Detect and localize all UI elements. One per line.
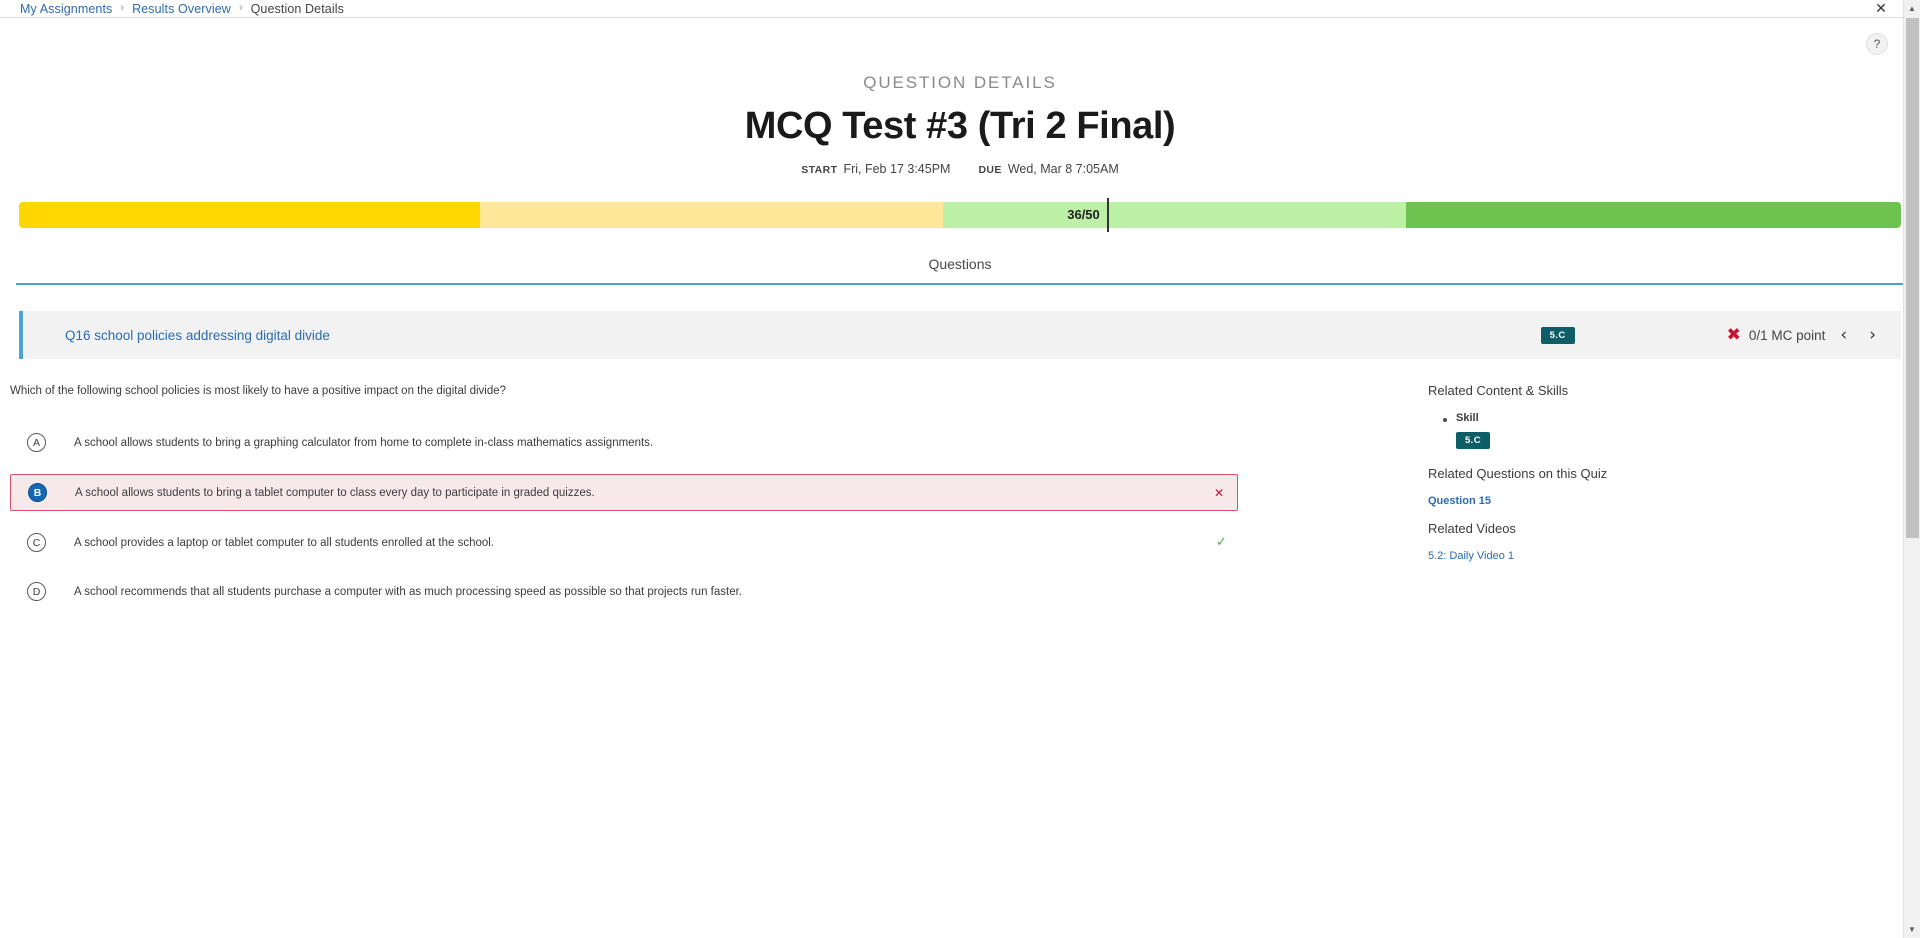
scroll-down-arrow-icon[interactable]: ▼: [1904, 921, 1920, 938]
x-mark-icon: ✖: [1726, 324, 1741, 345]
breadcrumb-bar: My Assignments › Results Overview › Ques…: [0, 0, 1920, 18]
tab-bar: Questions: [16, 256, 1904, 285]
choice-text: A school recommends that all students pu…: [74, 585, 742, 598]
scrollbar-thumb[interactable]: [1906, 18, 1919, 538]
breadcrumb-separator-icon: ›: [120, 2, 125, 14]
due-label: DUE: [978, 164, 1002, 176]
related-question-link[interactable]: Question 15: [1428, 495, 1908, 507]
question-title-link[interactable]: Q16 school policies addressing digital d…: [65, 328, 330, 343]
choice-bubble-a: A: [27, 433, 46, 453]
score-bar-container: 36/50: [19, 198, 1901, 232]
breadcrumb-item-my-assignments[interactable]: My Assignments: [20, 2, 112, 16]
related-video-link[interactable]: 5.2: Daily Video 1: [1428, 550, 1908, 562]
answer-choice-c[interactable]: C A school provides a laptop or tablet co…: [10, 525, 1418, 560]
tab-questions[interactable]: Questions: [914, 256, 1005, 283]
related-content-heading: Related Content & Skills: [1428, 383, 1569, 398]
page-header: QUESTION DETAILS MCQ Test #3 (Tri 2 Fina…: [0, 18, 1920, 176]
related-videos-heading: Related Videos: [1428, 521, 1516, 536]
scroll-up-arrow-icon[interactable]: ▲: [1904, 0, 1920, 17]
question-body: Which of the following school policies i…: [0, 383, 1920, 623]
choice-bubble-d: D: [27, 582, 46, 602]
next-question-icon[interactable]: ›: [1862, 326, 1883, 344]
skill-badge[interactable]: 5.C: [1540, 326, 1575, 344]
choice-bubble-b: B: [28, 483, 47, 503]
choice-text: A school allows students to bring a grap…: [74, 436, 654, 449]
score-bar: [19, 202, 1901, 228]
due-value: Wed, Mar 8 7:05AM: [1007, 162, 1119, 176]
answer-choice-list: A A school allows students to bring a gra…: [10, 425, 1418, 609]
question-points: 0/1 MC point: [1748, 327, 1826, 343]
previous-question-icon[interactable]: ‹: [1833, 326, 1854, 344]
question-summary-strip: Q16 school policies addressing digital d…: [19, 311, 1901, 359]
score-segment-mid-high: [943, 202, 1407, 228]
sidebar-skill-badge[interactable]: 5.C: [1456, 432, 1490, 449]
breadcrumb-separator-icon: ›: [238, 2, 243, 14]
skill-list-item: Skill 5.C: [1443, 412, 1908, 449]
question-stem: Which of the following school policies i…: [10, 385, 507, 397]
score-segment-high: [1406, 202, 1901, 228]
answer-choice-d[interactable]: D A school recommends that all students p…: [10, 574, 1418, 609]
related-sidebar: Related Content & Skills Skill 5.C Relat…: [1418, 383, 1908, 623]
page-scrollbar[interactable]: ▲ ▼: [1903, 0, 1920, 938]
close-icon[interactable]: ✕: [1870, 0, 1892, 18]
correct-mark-icon: ✓: [1216, 535, 1227, 551]
score-marker: [1106, 198, 1109, 232]
breadcrumb-item-results-overview[interactable]: Results Overview: [132, 2, 231, 16]
start-value: Fri, Feb 17 3:45PM: [843, 162, 951, 176]
question-score-group: ✖ 0/1 MC point ‹ ›: [1726, 324, 1883, 345]
answer-choice-a[interactable]: A A school allows students to bring a gra…: [10, 425, 1418, 460]
related-questions-heading: Related Questions on this Quiz: [1428, 466, 1608, 481]
score-segment-low: [19, 202, 481, 228]
choice-text: A school allows students to bring a tabl…: [75, 486, 595, 499]
question-column: Which of the following school policies i…: [10, 383, 1418, 623]
page-eyebrow: QUESTION DETAILS: [863, 73, 1057, 92]
page-title: MCQ Test #3 (Tri 2 Final): [744, 105, 1176, 147]
assignment-dates: START Fri, Feb 17 3:45PM DUE Wed, Mar 8 …: [0, 162, 1920, 176]
skill-label: Skill: [1456, 412, 1479, 424]
breadcrumb-item-question-details: Question Details: [250, 1, 344, 16]
skill-list: Skill 5.C: [1443, 412, 1908, 449]
incorrect-mark-icon: ✕: [1213, 485, 1224, 500]
score-segment-mid-low: [480, 202, 944, 228]
choice-bubble-c: C: [27, 533, 46, 553]
score-value: 36/50: [1067, 207, 1100, 222]
start-label: START: [801, 164, 838, 176]
help-button[interactable]: ?: [1866, 33, 1888, 55]
question-strip-right: 5.C ✖ 0/1 MC point ‹ ›: [1540, 324, 1883, 345]
choice-text: A school provides a laptop or tablet com…: [74, 536, 495, 549]
answer-choice-b[interactable]: B A school allows students to bring a tab…: [10, 474, 1238, 512]
